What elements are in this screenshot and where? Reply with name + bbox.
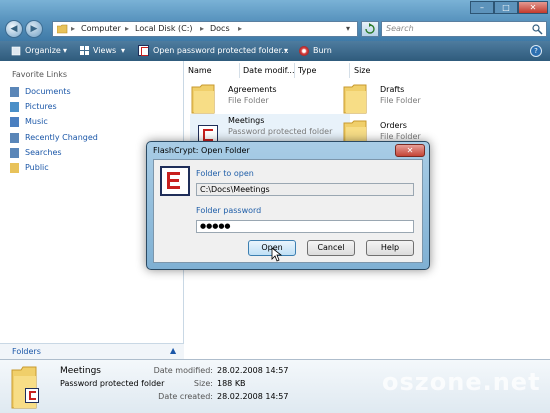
details-created: 28.02.2008 14:57 <box>217 392 289 401</box>
details-modified: 28.02.2008 14:57 <box>217 366 289 375</box>
folder-to-open-label: Folder to open <box>196 169 254 178</box>
details-size: 188 KB <box>217 379 246 388</box>
folders-toggle[interactable]: Folders ▲ <box>0 343 184 359</box>
nav-item-label: Pictures <box>25 102 57 111</box>
minimize-button[interactable]: – <box>470 1 494 14</box>
organize-button[interactable]: Organize <box>25 46 61 55</box>
burn-button[interactable]: Burn <box>313 46 332 55</box>
organize-icon <box>11 46 21 56</box>
address-dropdown-icon[interactable]: ▾ <box>346 24 350 33</box>
file-type: File Folder <box>380 96 421 105</box>
details-pane: Meetings Password protected folder Date … <box>0 359 550 413</box>
folders-label: Folders <box>12 347 41 356</box>
file-type: Password protected folder <box>228 127 333 136</box>
folder-password-label: Folder password <box>196 206 262 215</box>
cancel-button[interactable]: Cancel <box>307 240 355 256</box>
file-item-agreements[interactable]: Agreements File Folder <box>190 83 350 117</box>
views-dropdown-icon[interactable]: ▾ <box>121 46 125 55</box>
folder-icon <box>191 84 215 114</box>
burn-icon <box>299 46 309 56</box>
title-bar: – □ ✕ ◀ ▶ ▸ Computer ▸ Local Disk (C:) ▸… <box>0 0 550 41</box>
music-icon <box>10 117 19 127</box>
recent-icon <box>10 133 19 143</box>
search-placeholder: Search <box>386 24 414 33</box>
forward-button[interactable]: ▶ <box>25 20 43 38</box>
flashcrypt-icon <box>138 45 149 56</box>
file-name: Orders <box>380 121 407 130</box>
column-size[interactable]: Size <box>354 66 370 75</box>
file-type: File Folder <box>380 132 421 141</box>
nav-item-label: Public <box>25 163 49 172</box>
breadcrumb-docs[interactable]: Docs <box>210 24 230 33</box>
searches-icon <box>10 148 19 158</box>
details-size-label: Size: <box>193 379 213 388</box>
refresh-button[interactable] <box>361 21 379 37</box>
column-date-modified[interactable]: Date modif... <box>243 66 295 75</box>
nav-item-label: Documents <box>25 87 71 96</box>
file-item-drafts[interactable]: Drafts File Folder <box>342 83 502 117</box>
views-icon <box>80 46 89 55</box>
breadcrumb-local-disk[interactable]: Local Disk (C:) <box>135 24 193 33</box>
close-button[interactable]: ✕ <box>518 1 548 14</box>
column-type[interactable]: Type <box>298 66 316 75</box>
file-name: Meetings <box>228 116 265 125</box>
nav-item-pictures[interactable]: Pictures <box>10 101 170 113</box>
open-folder-dialog: FlashCrypt: Open Folder ✕ Folder to open… <box>146 141 430 270</box>
documents-icon <box>10 87 19 97</box>
refresh-icon <box>365 23 375 34</box>
organize-dropdown-icon[interactable]: ▾ <box>63 46 67 55</box>
views-button[interactable]: Views <box>93 46 116 55</box>
dialog-body: Folder to open C:\Docs\Meetings Folder p… <box>153 159 423 263</box>
folder-icon <box>11 366 37 409</box>
search-icon[interactable] <box>532 24 543 35</box>
details-modified-label: Date modified: <box>153 366 213 375</box>
help-button[interactable]: Help <box>366 240 414 256</box>
chevron-up-icon[interactable]: ▲ <box>170 346 176 355</box>
nav-item-label: Recently Changed <box>25 133 98 142</box>
details-created-label: Date created: <box>158 392 213 401</box>
file-name: Agreements <box>228 85 277 94</box>
public-folder-icon <box>10 163 19 173</box>
pictures-icon <box>10 102 19 112</box>
dialog-title: FlashCrypt: Open Folder <box>153 146 250 155</box>
details-name: Meetings <box>60 366 101 376</box>
nav-item-music[interactable]: Music <box>10 116 170 128</box>
open-protected-dropdown-icon[interactable]: ▾ <box>284 46 288 55</box>
open-protected-folder-button[interactable]: Open password protected folder... <box>153 46 289 55</box>
file-name: Drafts <box>380 85 405 94</box>
address-bar[interactable]: ▸ Computer ▸ Local Disk (C:) ▸ Docs ▸ ▾ <box>52 21 358 37</box>
folder-icon <box>57 24 68 34</box>
nav-item-label: Music <box>25 117 48 126</box>
flashcrypt-icon <box>25 388 39 403</box>
flashcrypt-logo <box>160 166 190 196</box>
favorite-links-header: Favorite Links <box>12 70 68 79</box>
dialog-close-button[interactable]: ✕ <box>395 144 425 157</box>
nav-item-label: Searches <box>25 148 62 157</box>
file-type: File Folder <box>228 96 269 105</box>
command-toolbar: Organize ▾ Views ▾ Open password protect… <box>0 41 550 61</box>
details-type: Password protected folder <box>60 379 165 388</box>
search-input[interactable]: Search <box>381 21 547 37</box>
password-field[interactable]: ●●●●● <box>196 220 414 233</box>
column-name[interactable]: Name <box>188 66 212 75</box>
breadcrumb-computer[interactable]: Computer <box>81 24 121 33</box>
help-icon[interactable]: ? <box>530 45 542 57</box>
watermark: oszone.net <box>382 368 541 396</box>
folder-path-field: C:\Docs\Meetings <box>196 183 414 196</box>
cursor-icon <box>271 247 283 262</box>
folder-icon <box>343 84 367 114</box>
maximize-button[interactable]: □ <box>494 1 518 14</box>
back-button[interactable]: ◀ <box>5 20 23 38</box>
nav-item-documents[interactable]: Documents <box>10 86 170 98</box>
